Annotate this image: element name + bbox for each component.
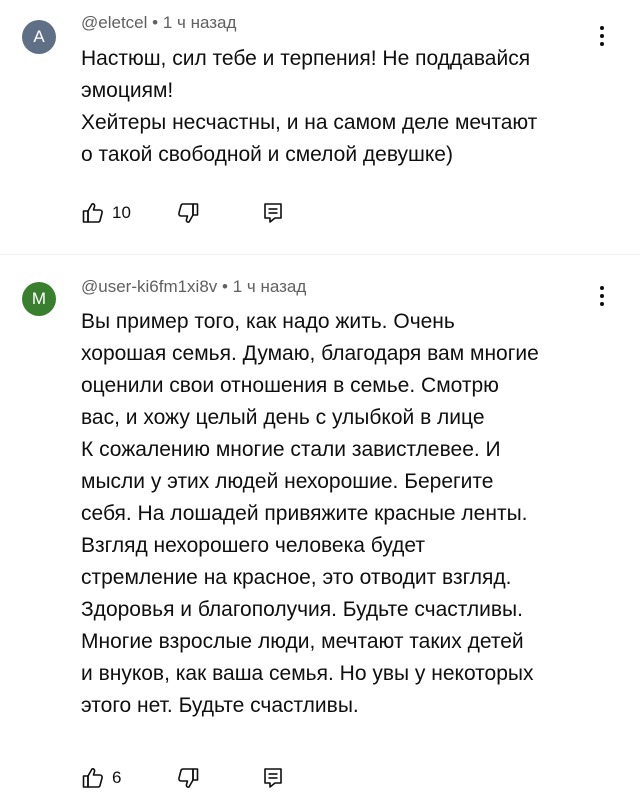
reply-icon	[264, 768, 282, 788]
avatar[interactable]: A	[22, 20, 56, 54]
reply-icon	[264, 203, 282, 223]
comment-line: К сожалению многие стали завистлевее. И	[81, 438, 501, 461]
comment-line: себя. На лошадей привяжите красные ленты…	[81, 502, 528, 525]
comment-line: Настюш, сил тебе и терпения! Не поддавай…	[81, 47, 531, 70]
thumbs-up-icon	[82, 768, 103, 788]
comment-line: Многие взрослые люди, мечтают таких дете…	[81, 630, 524, 653]
comment-text: Настюш, сил тебе и терпения! Не поддавай…	[81, 43, 601, 171]
meta-separator: •	[222, 277, 228, 296]
reply-button[interactable]	[262, 763, 284, 793]
comment-item: A @eletcel • 1 ч назад Настюш, сил тебе …	[0, 0, 640, 250]
comment-divider	[0, 254, 640, 255]
comment-line: эмоциям!	[81, 79, 174, 102]
comment-time: 1 ч назад	[232, 277, 307, 296]
thumbs-up-icon	[82, 203, 103, 223]
comment-line: о такой свободной и смелой девушке)	[81, 143, 453, 166]
comment-meta: @eletcel • 1 ч назад	[81, 13, 236, 33]
comment-line: Взгляд нехорошего человека будет	[81, 534, 425, 557]
comment-text: Вы пример того, как надо жить. Очень хор…	[81, 306, 601, 722]
comment-time: 1 ч назад	[162, 13, 237, 32]
comment-line: стремление на красное, это отводит взгля…	[81, 566, 512, 589]
comment-line: Хейтеры несчастны, и на самом деле мечта…	[81, 111, 538, 134]
comment-line: этого нет. Будьте счастливы.	[81, 694, 359, 717]
comment-item: M @user-ki6fm1xi8v • 1 ч назад Вы пример…	[0, 260, 640, 812]
like-button[interactable]: 6	[81, 763, 121, 793]
comment-line: оценили свои отношения в семье. Смотрю	[81, 374, 499, 397]
comment-line: мысли у этих людей нехорошие. Берегите	[81, 470, 494, 493]
comment-line: и внуков, как ваша семья. Но увы у некот…	[81, 662, 534, 685]
comment-line: вас, и хожу целый день с улыбкой в лице	[81, 406, 485, 429]
like-count: 10	[112, 203, 131, 222]
thumbs-down-icon	[178, 768, 199, 788]
thumbs-down-icon	[178, 203, 199, 223]
reply-button[interactable]	[262, 198, 284, 228]
like-count: 6	[112, 768, 122, 787]
meta-separator: •	[152, 13, 159, 32]
dislike-button[interactable]	[176, 763, 200, 793]
author-name[interactable]: @eletcel	[81, 13, 147, 32]
comment-line: Здоровья и благополучия. Будьте счастлив…	[81, 598, 523, 621]
avatar[interactable]: M	[22, 282, 56, 316]
author-name[interactable]: @user-ki6fm1xi8v	[81, 277, 217, 296]
like-button[interactable]: 10	[81, 198, 131, 228]
comment-meta: @user-ki6fm1xi8v • 1 ч назад	[81, 277, 306, 297]
comment-actions: 10	[81, 198, 331, 228]
comment-line: хорошая семья. Думаю, благодаря вам мног…	[81, 342, 539, 365]
dislike-button[interactable]	[176, 198, 200, 228]
comment-line: Вы пример того, как надо жить. Очень	[81, 310, 455, 333]
comment-actions: 6	[81, 763, 331, 793]
